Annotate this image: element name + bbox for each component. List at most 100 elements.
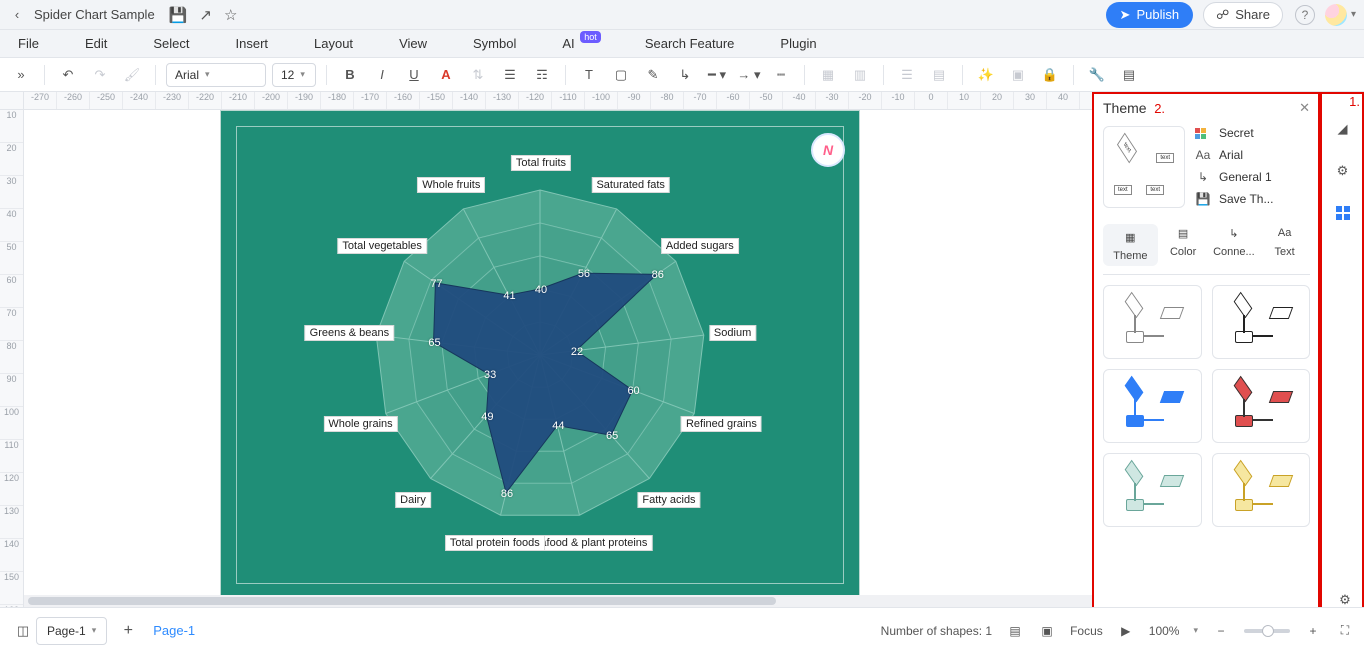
axis-label: Total protein foods — [445, 535, 545, 551]
theme-card[interactable] — [1103, 285, 1202, 359]
settings-slider-icon[interactable]: ⚙ — [1332, 587, 1358, 613]
menu-symbol[interactable]: Symbol — [473, 36, 516, 51]
arrow-style-icon[interactable]: → ▾ — [736, 62, 762, 88]
user-avatar[interactable] — [1325, 4, 1347, 26]
theme-save[interactable]: 💾 Save Th... — [1195, 192, 1310, 206]
save-icon[interactable]: 💾 — [169, 6, 188, 24]
fullscreen-icon[interactable]: ⛶ — [1336, 622, 1354, 640]
data-panel-icon[interactable]: ▤ — [1116, 62, 1142, 88]
zoom-slider[interactable] — [1244, 629, 1290, 633]
line-spacing-icon[interactable]: ☶ — [529, 62, 555, 88]
crop-icon[interactable]: ▣ — [1005, 62, 1031, 88]
text-tool-icon[interactable]: T — [576, 62, 602, 88]
theme-card[interactable] — [1212, 369, 1311, 443]
redo-icon[interactable]: ↷ — [87, 62, 113, 88]
font-size-select[interactable]: 12▾ — [272, 63, 316, 87]
align-objects-icon[interactable]: ☰ — [894, 62, 920, 88]
expand-left-icon[interactable]: » — [8, 62, 34, 88]
theme-tab-theme[interactable]: ▦ Theme — [1103, 224, 1158, 266]
focus-label: Focus — [1070, 624, 1103, 638]
underline-icon[interactable]: U — [401, 62, 427, 88]
help-button[interactable]: ? — [1295, 5, 1315, 25]
value-label: 56 — [578, 268, 590, 280]
layers-icon[interactable]: ▤ — [1006, 622, 1024, 640]
wrench-icon[interactable]: 🔧 — [1084, 62, 1110, 88]
text-vertical-icon[interactable]: ⇅ — [465, 62, 491, 88]
bold-icon[interactable]: B — [337, 62, 363, 88]
share-icon: ☍ — [1216, 7, 1229, 23]
axis-label: Saturated fats — [591, 177, 670, 193]
font-select[interactable]: Arial▾ — [166, 63, 266, 87]
theme-card[interactable] — [1103, 453, 1202, 527]
theme-prop-palette[interactable]: Secret — [1195, 126, 1310, 140]
axis-label: Fatty acids — [637, 492, 700, 508]
undo-icon[interactable]: ↶ — [55, 62, 81, 88]
share-out-icon[interactable]: ↗ — [199, 6, 212, 24]
page-selector[interactable]: Page-1▾ — [36, 617, 107, 645]
rail-settings-icon[interactable]: ⚙ — [1330, 158, 1356, 184]
menu-plugin[interactable]: Plugin — [780, 36, 816, 51]
axis-label: Whole fruits — [417, 177, 485, 193]
distribute-icon[interactable]: ▤ — [926, 62, 952, 88]
menu-edit[interactable]: Edit — [85, 36, 107, 51]
menu-search[interactable]: Search Feature — [645, 36, 735, 51]
menu-ai[interactable]: AI hot — [562, 36, 598, 51]
value-label: 77 — [430, 278, 442, 290]
rail-fill-icon[interactable]: ◢ — [1330, 116, 1356, 142]
italic-icon[interactable]: I — [369, 62, 395, 88]
share-button[interactable]: ☍ Share — [1203, 2, 1283, 28]
theme-prop-font[interactable]: Aa Arial — [1195, 148, 1310, 162]
presentation-icon[interactable]: ▶ — [1117, 622, 1135, 640]
focus-frame-icon[interactable]: ▣ — [1038, 622, 1056, 640]
lock-icon[interactable]: 🔒 — [1037, 62, 1063, 88]
color-grid-icon: ▤ — [1174, 224, 1192, 242]
user-menu-caret[interactable]: ▾ — [1351, 9, 1356, 20]
axis-label: Added sugars — [661, 238, 739, 254]
align-icon[interactable]: ☰ — [497, 62, 523, 88]
pages-panel-icon[interactable]: ◫ — [10, 618, 36, 644]
favorite-icon[interactable]: ☆ — [224, 6, 237, 24]
theme-tab-color[interactable]: ▤ Color — [1158, 224, 1209, 266]
scrollbar-thumb[interactable] — [28, 597, 776, 605]
rail-themes-icon[interactable] — [1330, 200, 1356, 226]
theme-card[interactable] — [1212, 453, 1311, 527]
connector-icon[interactable]: ↳ — [672, 62, 698, 88]
zoom-out-button[interactable]: − — [1212, 622, 1230, 640]
theme-card[interactable] — [1212, 285, 1311, 359]
publish-button[interactable]: ➤ Publish — [1106, 2, 1194, 28]
fill-icon[interactable]: ▢ — [608, 62, 634, 88]
page[interactable]: N Total fruitsSaturated fatsAdded sugars… — [220, 110, 860, 600]
menu-insert[interactable]: Insert — [236, 36, 269, 51]
zoom-in-button[interactable]: + — [1304, 622, 1322, 640]
add-page-button[interactable]: + — [115, 618, 141, 644]
axis-label: Total fruits — [511, 155, 571, 171]
group-icon[interactable]: ▦ — [815, 62, 841, 88]
line-color-icon[interactable]: ✎ — [640, 62, 666, 88]
theme-tab-connector[interactable]: ↳ Conne... — [1209, 224, 1260, 266]
menu-select[interactable]: Select — [153, 36, 189, 51]
horizontal-scrollbar[interactable] — [24, 595, 1092, 607]
close-icon[interactable]: ✕ — [1299, 100, 1310, 116]
theme-card[interactable] — [1103, 369, 1202, 443]
value-label: 22 — [571, 346, 583, 358]
page-tab-link[interactable]: Page-1 — [153, 623, 195, 638]
line-jump-icon[interactable]: ┉ — [768, 62, 794, 88]
menu-view[interactable]: View — [399, 36, 427, 51]
canvas[interactable]: N Total fruitsSaturated fatsAdded sugars… — [24, 110, 1092, 607]
right-rail: 1. ◢ ⚙ — [1320, 92, 1364, 609]
publish-icon: ➤ — [1120, 7, 1131, 23]
text-tab-icon: Aa — [1276, 224, 1294, 242]
ungroup-icon[interactable]: ▥ — [847, 62, 873, 88]
back-button[interactable]: ‹ — [8, 7, 26, 22]
theme-tab-text[interactable]: Aa Text — [1259, 224, 1310, 266]
zoom-value[interactable]: 100% — [1149, 624, 1180, 638]
menu-file[interactable]: File — [18, 36, 39, 51]
font-color-icon[interactable]: A — [433, 62, 459, 88]
value-label: 40 — [535, 284, 547, 296]
ai-spark-icon[interactable]: ✨ — [973, 62, 999, 88]
menu-layout[interactable]: Layout — [314, 36, 353, 51]
theme-prop-connector[interactable]: ↳ General 1 — [1195, 170, 1310, 184]
line-style-icon[interactable]: ━ ▾ — [704, 62, 730, 88]
theme-grid-icon: ▦ — [1121, 228, 1139, 246]
format-paint-icon[interactable]: 🖌 — [119, 62, 145, 88]
